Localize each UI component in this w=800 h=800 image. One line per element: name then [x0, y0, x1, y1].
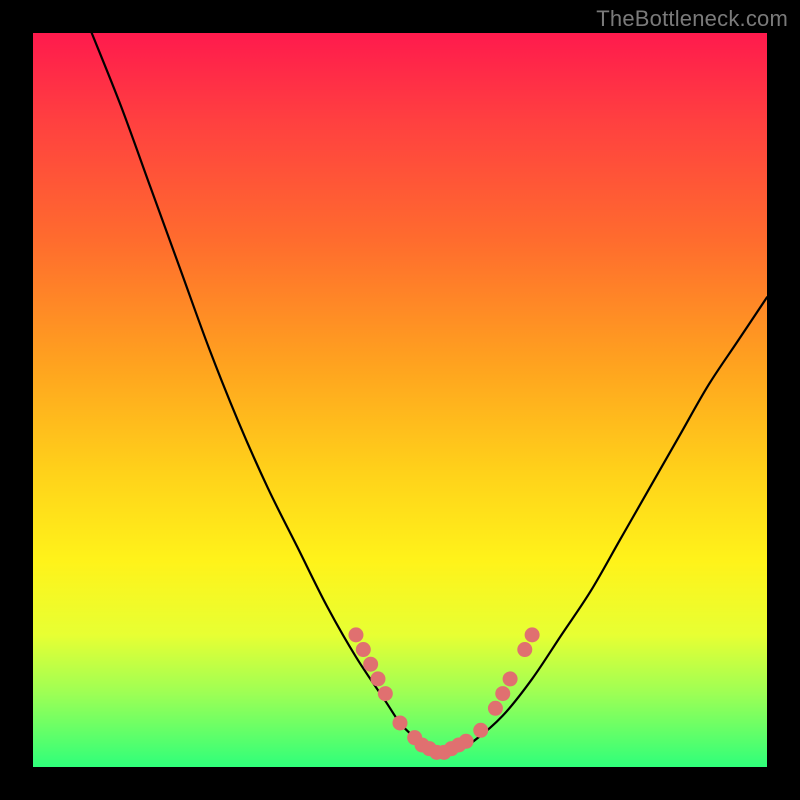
cluster-dot — [393, 715, 408, 730]
cluster-dot — [495, 686, 510, 701]
cluster-dot — [503, 671, 518, 686]
cluster-dots — [348, 627, 539, 759]
cluster-dot — [459, 734, 474, 749]
cluster-dot — [517, 642, 532, 657]
cluster-dot — [356, 642, 371, 657]
cluster-dot — [370, 671, 385, 686]
cluster-dot — [348, 627, 363, 642]
cluster-dot — [378, 686, 393, 701]
bottleneck-curve — [92, 33, 767, 752]
watermark-text: TheBottleneck.com — [596, 6, 788, 32]
cluster-dot — [473, 723, 488, 738]
outer-frame: TheBottleneck.com — [0, 0, 800, 800]
plot-area — [33, 33, 767, 767]
cluster-dot — [363, 657, 378, 672]
chart-svg — [33, 33, 767, 767]
cluster-dot — [488, 701, 503, 716]
cluster-dot — [525, 627, 540, 642]
